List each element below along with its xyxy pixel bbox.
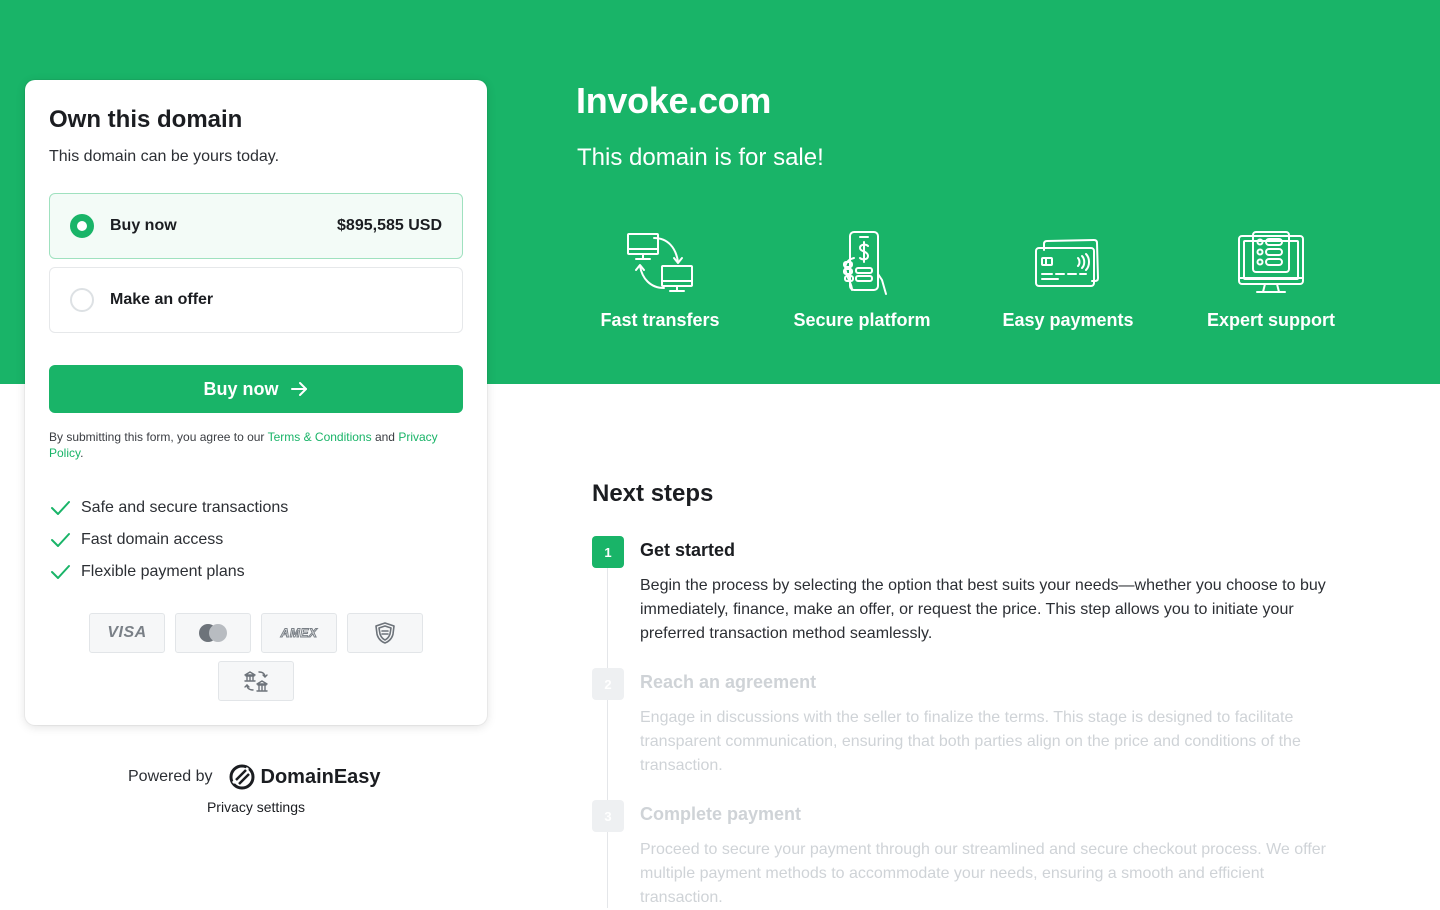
sale-tagline: This domain is for sale! xyxy=(577,144,824,171)
step-description: Begin the process by selecting the optio… xyxy=(640,577,1326,642)
benefit-label: Safe and secure transactions xyxy=(81,499,289,516)
visa-logo-text: VISA xyxy=(107,624,147,641)
support-monitor-icon xyxy=(1238,231,1304,293)
mastercard-icon xyxy=(175,613,251,653)
benefit-item: Safe and secure transactions xyxy=(49,492,288,524)
check-icon xyxy=(51,533,70,547)
benefit-item: Flexible payment plans xyxy=(49,556,288,588)
powered-by-label: Powered by xyxy=(128,768,213,785)
legal-text: . xyxy=(80,446,84,460)
timeline-line xyxy=(607,568,608,908)
card-subtitle: This domain can be yours today. xyxy=(49,148,280,165)
radio-unselected[interactable] xyxy=(70,288,94,312)
credit-card-icon xyxy=(1035,239,1099,287)
amex-icon: AMEX xyxy=(261,613,337,653)
benefit-item: Fast domain access xyxy=(49,524,288,556)
next-steps-title: Next steps xyxy=(592,480,714,507)
secure-phone-icon xyxy=(843,231,887,295)
feature-label: Easy payments xyxy=(1002,310,1134,330)
terms-link[interactable]: Terms & Conditions xyxy=(268,430,372,444)
visa-icon: VISA xyxy=(89,613,165,653)
amex-logo-text: AMEX xyxy=(280,626,318,641)
radio-selected[interactable] xyxy=(70,214,94,238)
bank-transfer-icon xyxy=(218,661,294,701)
benefit-label: Fast domain access xyxy=(81,531,224,548)
feature-expert-support: Expert support xyxy=(1181,228,1361,331)
legal-text: By submitting this form, you agree to ou… xyxy=(49,430,268,444)
feature-label: Expert support xyxy=(1206,310,1335,330)
step-description: Proceed to secure your payment through o… xyxy=(640,841,1326,906)
arrow-right-icon xyxy=(290,382,307,396)
feature-easy-payments: Easy payments xyxy=(978,228,1158,331)
step-title: Complete payment xyxy=(640,804,802,824)
bank-icon xyxy=(244,671,268,692)
option-label: Make an offer xyxy=(110,291,214,308)
step-number: 1 xyxy=(592,536,624,568)
option-price: $895,585 USD xyxy=(337,217,442,234)
brand-name: DomainEasy xyxy=(260,765,381,788)
mastercard-logo xyxy=(199,624,227,642)
check-icon xyxy=(51,565,70,579)
legal-text: and xyxy=(371,430,399,444)
feature-label: Fast transfers xyxy=(600,310,720,330)
feature-label: Secure platform xyxy=(793,310,931,330)
benefit-label: Flexible payment plans xyxy=(81,563,245,580)
step-number: 3 xyxy=(592,800,624,832)
privacy-settings-link[interactable]: Privacy settings xyxy=(0,799,512,815)
feature-fast-transfers: Fast transfers xyxy=(570,228,750,331)
legal-notice: By submitting this form, you agree to ou… xyxy=(49,429,449,461)
card-title: Own this domain xyxy=(49,106,243,133)
check-icon xyxy=(51,501,70,515)
domaineasy-logo-icon xyxy=(229,764,254,790)
benefits-list: Safe and secure transactions Fast domain… xyxy=(49,492,288,588)
option-label: Buy now xyxy=(110,217,177,234)
step-title: Get started xyxy=(640,540,736,560)
escrow-shield-icon xyxy=(347,613,423,653)
step-title: Reach an agreement xyxy=(640,672,817,692)
feature-secure-platform: Secure platform xyxy=(772,228,952,331)
buy-now-button[interactable]: Buy now xyxy=(49,365,463,413)
purchase-card: Own this domain This domain can be yours… xyxy=(25,80,487,725)
option-buy-now[interactable]: Buy now $895,585 USD xyxy=(49,193,463,259)
powered-by: Powered by DomainEasy xyxy=(128,764,381,790)
option-make-offer[interactable]: Make an offer xyxy=(49,267,463,333)
shield-icon xyxy=(375,622,395,644)
step-number: 2 xyxy=(592,668,624,700)
domaineasy-logo[interactable]: DomainEasy xyxy=(229,764,381,790)
buy-now-label: Buy now xyxy=(203,378,279,399)
transfer-icon xyxy=(627,233,693,292)
step-description: Engage in discussions with the seller to… xyxy=(640,709,1301,774)
domain-title: Invoke.com xyxy=(576,80,772,121)
